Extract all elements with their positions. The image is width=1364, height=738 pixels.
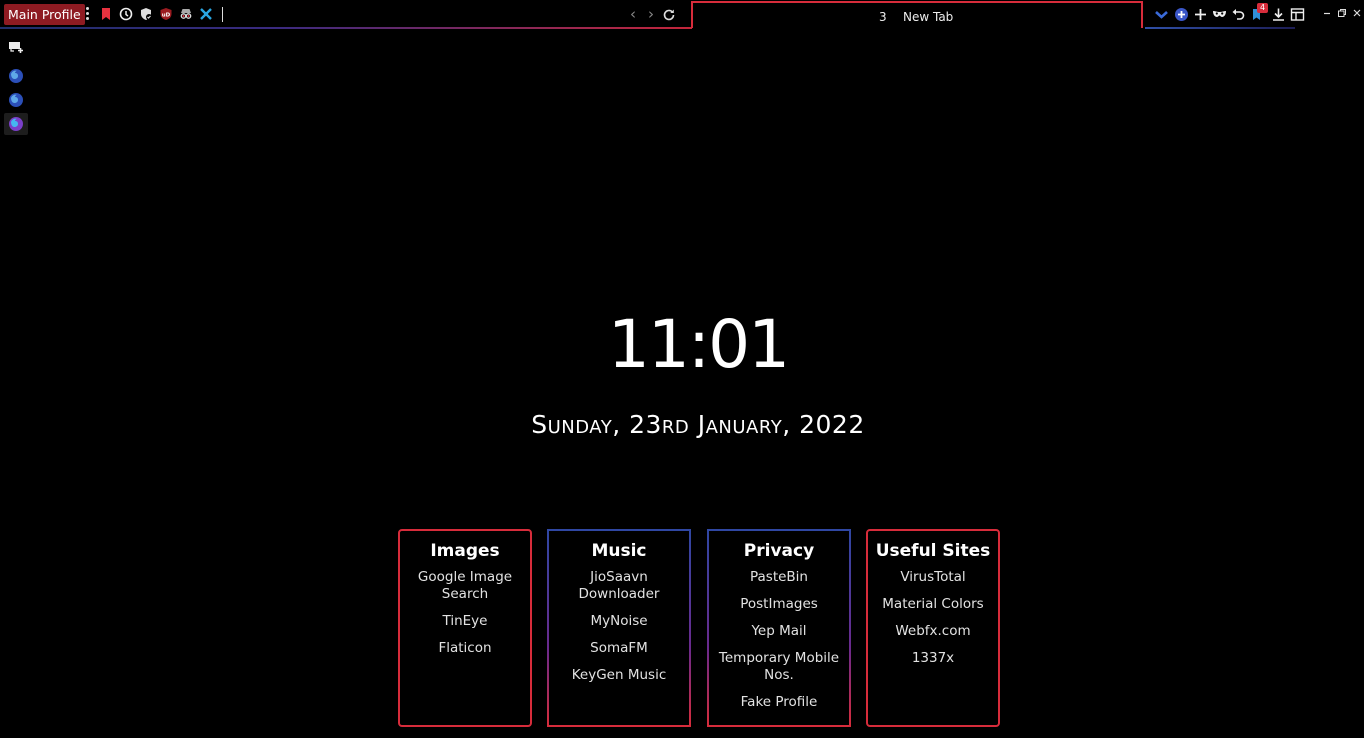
link-yep-mail[interactable]: Yep Mail	[709, 623, 849, 640]
link-somafm[interactable]: SomaFM	[549, 640, 689, 657]
browser-toolbar: Main Profile uD ‹ › 3 New Tab 4	[0, 0, 1364, 29]
history-icon[interactable]	[119, 7, 133, 21]
tab-number: 3	[879, 10, 887, 24]
link-virustotal[interactable]: VirusTotal	[868, 569, 998, 586]
shield-check-icon[interactable]	[139, 7, 153, 21]
url-bar-caret[interactable]	[222, 7, 223, 22]
bookmark-icon[interactable]	[99, 7, 113, 21]
svg-text:uD: uD	[162, 13, 171, 19]
card-title: Useful Sites	[875, 541, 991, 561]
link-temporary-mobile-nos[interactable]: Temporary Mobile Nos.	[709, 650, 849, 684]
mask-icon[interactable]	[1212, 7, 1227, 22]
toolbar-accent-line	[0, 27, 692, 29]
chevron-down-icon[interactable]	[1154, 7, 1169, 22]
notification-badge: 4	[1257, 3, 1268, 13]
card-privacy: Privacy PasteBin PostImages Yep Mail Tem…	[707, 529, 851, 727]
incognito-icon[interactable]	[179, 7, 193, 21]
forward-icon[interactable]: ›	[644, 6, 658, 22]
new-tab-plus-icon[interactable]	[1193, 7, 1208, 22]
ublock-icon[interactable]: uD	[159, 7, 173, 21]
link-pastebin[interactable]: PasteBin	[709, 569, 849, 586]
link-mynoise[interactable]: MyNoise	[549, 613, 689, 630]
link-keygen-music[interactable]: KeyGen Music	[549, 667, 689, 684]
sidebar-firefox-icon[interactable]	[4, 89, 28, 111]
clock-time: 11:01	[607, 306, 790, 383]
sidebar-new-container-icon[interactable]	[4, 36, 28, 58]
menu-kebab-icon[interactable]	[83, 5, 91, 23]
link-google-image-search[interactable]: Google Image Search	[400, 569, 530, 603]
download-icon[interactable]	[1271, 7, 1286, 22]
sidebar-firefox-icon-active[interactable]	[4, 113, 28, 135]
link-webfx[interactable]: Webfx.com	[868, 623, 998, 640]
link-postimages[interactable]: PostImages	[709, 596, 849, 613]
close-icon[interactable]	[1352, 8, 1362, 18]
clock-date: Sunday, 23rd January, 2022	[531, 410, 865, 439]
back-icon[interactable]: ‹	[626, 6, 640, 22]
card-music: Music JioSaavn Downloader MyNoise SomaFM…	[547, 529, 691, 727]
link-material-colors[interactable]: Material Colors	[868, 596, 998, 613]
sidebar-firefox-icon[interactable]	[4, 65, 28, 87]
link-fake-profile[interactable]: Fake Profile	[709, 694, 849, 711]
tab-new-tab[interactable]: 3 New Tab	[691, 1, 1143, 28]
link-1337x[interactable]: 1337x	[868, 650, 998, 667]
link-jiosaavn-downloader[interactable]: JioSaavn Downloader	[549, 569, 689, 603]
card-title: Privacy	[743, 541, 815, 561]
card-title: Music	[591, 541, 647, 561]
toolbar-accent-line-right	[1145, 27, 1295, 29]
sidebar-toggle-icon[interactable]	[1290, 7, 1305, 22]
undo-icon[interactable]	[1231, 7, 1246, 22]
card-images: Images Google Image Search TinEye Flatic…	[398, 529, 532, 727]
profile-button[interactable]: Main Profile	[4, 4, 85, 25]
minimize-icon[interactable]	[1322, 8, 1332, 18]
tab-title: New Tab	[903, 10, 954, 24]
card-title: Images	[430, 541, 500, 561]
link-tineye[interactable]: TinEye	[400, 613, 530, 630]
reload-icon[interactable]	[662, 7, 676, 23]
card-useful-sites: Useful Sites VirusTotal Material Colors …	[866, 529, 1000, 727]
restore-icon[interactable]	[1337, 8, 1347, 18]
add-circle-icon[interactable]	[1174, 7, 1189, 22]
crossed-tools-icon[interactable]	[199, 7, 213, 21]
link-flaticon[interactable]: Flaticon	[400, 640, 530, 657]
